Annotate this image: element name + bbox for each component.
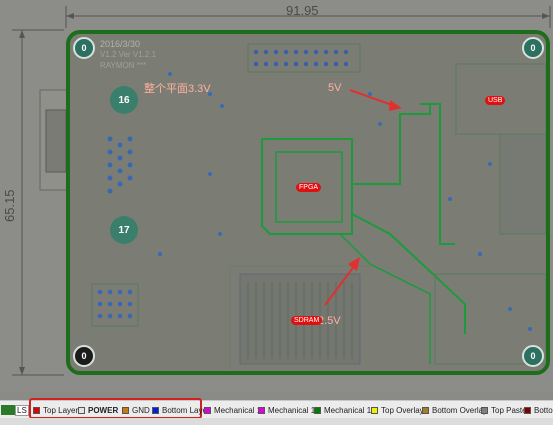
tab-label: Top Overlay xyxy=(381,405,424,415)
tab-label: Bottom Layer xyxy=(162,405,210,415)
tab-bottom-overlay[interactable]: Bottom Overlay xyxy=(422,403,487,417)
pcb-canvas[interactable]: 91.95 65.15 2016/3/30 V1.2 Ver V1.2.1 RA… xyxy=(0,0,553,392)
tab-label: Botto xyxy=(534,405,553,415)
usb-badge: USB xyxy=(485,96,506,105)
tab-label: LS xyxy=(15,404,29,416)
tab-label: Mechanical 15 xyxy=(324,405,376,415)
dimension-top: 91.95 xyxy=(286,3,319,18)
annotation-5v: 5V xyxy=(328,82,342,94)
tab-bottom-layer[interactable]: Bottom Layer xyxy=(152,403,210,417)
tab-bottom-truncated[interactable]: Botto xyxy=(524,403,553,417)
swatch-icon xyxy=(422,406,429,414)
tab-label: Bottom Overlay xyxy=(432,405,488,415)
swatch-icon xyxy=(524,406,531,414)
layer-tab-bar: LS Top Layer POWER GND Bottom Layer Mech… xyxy=(0,398,553,419)
tab-mechanical-1[interactable]: Mechanical 1 xyxy=(204,403,261,417)
tab-ls[interactable]: LS xyxy=(1,403,29,417)
swatch-icon xyxy=(258,406,265,414)
tab-label: Mechanical 1 xyxy=(214,405,262,415)
swatch-icon xyxy=(204,406,211,414)
tab-label: POWER xyxy=(88,405,119,415)
mount-hole-top-left[interactable]: 0 xyxy=(73,37,95,59)
swatch-icon xyxy=(78,406,85,414)
swatch-icon xyxy=(314,406,321,414)
silk-raymon: RAYMON *** xyxy=(100,61,147,70)
status-bar xyxy=(0,418,553,425)
swatch-icon xyxy=(33,406,40,414)
tab-power[interactable]: POWER xyxy=(78,403,118,417)
tab-top-paste[interactable]: Top Paste xyxy=(481,403,527,417)
swatch-icon xyxy=(122,406,129,414)
tab-gnd[interactable]: GND xyxy=(122,403,150,417)
pad-17[interactable]: 17 xyxy=(110,216,138,244)
tab-top-overlay[interactable]: Top Overlay xyxy=(371,403,424,417)
tab-mechanical-13[interactable]: Mechanical 13 xyxy=(258,403,320,417)
pad-16[interactable]: 16 xyxy=(110,86,138,114)
sdram-badge: SDRAM xyxy=(291,316,323,325)
fpga-badge: FPGA xyxy=(296,183,322,192)
silk-date: 2016/3/30 xyxy=(100,39,141,49)
tab-label: GND xyxy=(132,405,150,415)
annotation-plane-3v3: 整个平面3.3V xyxy=(144,83,211,95)
mount-hole-bottom-right[interactable]: 0 xyxy=(522,345,544,367)
tab-mechanical-15[interactable]: Mechanical 15 xyxy=(314,403,376,417)
swatch-icon xyxy=(371,406,378,414)
swatch-icon xyxy=(152,406,159,414)
tab-label: Top Layer xyxy=(43,405,79,415)
tab-label: Top Paste xyxy=(491,405,527,415)
tab-label: Mechanical 13 xyxy=(268,405,320,415)
dimension-left: 65.15 xyxy=(2,189,17,222)
silk-version: V1.2 Ver V1.2.1 xyxy=(100,50,157,59)
mount-hole-top-right[interactable]: 0 xyxy=(522,37,544,59)
swatch-icon xyxy=(481,406,488,414)
mount-hole-bottom-left[interactable]: 0 xyxy=(73,345,95,367)
tab-top-layer[interactable]: Top Layer xyxy=(33,403,78,417)
